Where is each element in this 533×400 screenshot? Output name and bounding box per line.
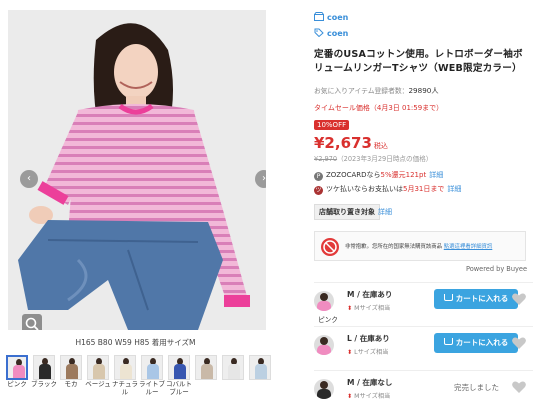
variant-color-swatch[interactable] [314, 291, 334, 311]
variant-size-note: ⬍ Lサイズ相当 [347, 349, 389, 356]
buyee-notice: 非常抱歉。您所在的国家無法購買該商品 [345, 244, 443, 250]
price-value: ¥2,673 [314, 134, 372, 152]
sale-price: ¥2,673 税込 [314, 134, 388, 152]
zozocard-row: P ZOZOCARDなら5%還元121pt 詳細 [314, 170, 443, 181]
zozocard-prefix: ZOZOCARDなら [326, 171, 381, 179]
model-size-caption: H165 B80 W59 H85 着用サイズM [75, 338, 196, 347]
cart-icon [443, 294, 453, 301]
original-price-note: （2023年3月29日時点の価格） [337, 155, 433, 163]
favorites-number: 29890人 [408, 86, 439, 95]
favorite-heart-icon[interactable] [511, 335, 527, 351]
favorite-heart-icon[interactable] [511, 291, 527, 307]
variant-row: L / 在庫あり ⬍ Lサイズ相当 カートに入れる [314, 326, 533, 368]
thumbnail-image [222, 355, 244, 380]
buyee-notice-text: 非常抱歉。您所在的国家無法購買該商品 點選這裡看詳細資訊 [345, 242, 492, 250]
variant-size-status: M / 在庫あり [347, 290, 393, 299]
variant-size-note: ⬍ Mサイズ相当 [347, 393, 391, 400]
store-reserve-detail-link[interactable]: 詳細 [378, 207, 392, 217]
main-product-photo[interactable]: ‹ › [8, 10, 266, 330]
store-reserve-tag: 店舗取り置き対象 [314, 204, 380, 220]
buyee-detail-link[interactable]: 點選這裡看詳細資訊 [444, 244, 493, 250]
thumbnail-color-label: ピンク [7, 380, 27, 388]
tag-icon [314, 28, 324, 37]
ban-icon [321, 238, 339, 256]
color-thumbnail[interactable]: ピンク [6, 355, 28, 400]
next-image-button[interactable]: › [255, 170, 266, 188]
thumbnail-color-label: モカ [64, 380, 78, 388]
color-thumbnail[interactable]: ライトブルー [139, 355, 165, 400]
color-thumbnail[interactable]: ブラック [31, 355, 57, 400]
color-thumbnail[interactable] [195, 355, 217, 400]
shop-icon [314, 12, 324, 21]
thumbnail-image [114, 355, 136, 380]
color-thumbnail[interactable]: モカ [60, 355, 82, 400]
model-illustration [8, 10, 266, 330]
tsuke-row: ツツケ払いならお支払いは5月31日まで 詳細 [314, 184, 461, 195]
variant-row: ピンク M / 在庫あり ⬍ Mサイズ相当 カートに入れる [314, 282, 533, 324]
tsuke-date: 5月31日まで [403, 185, 445, 193]
zoom-icon [25, 317, 39, 330]
thumbnail-strip: ピンク ブラック モカ ベージュ ナチュラル ライトブルー コバルトブルー [6, 355, 271, 400]
powered-by-buyee: Powered by Buyee [466, 265, 528, 273]
variant-size-note: ⬍ Mサイズ相当 [347, 305, 391, 312]
tsuke-detail-link[interactable]: 詳細 [447, 185, 461, 193]
variant-size-status: M / 在庫なし [347, 378, 393, 387]
add-to-cart-button[interactable]: カートに入れる [434, 289, 518, 309]
color-thumbnail[interactable]: コバルトブルー [166, 355, 192, 400]
variant-color-swatch[interactable] [314, 379, 334, 399]
variant-size-note-text: Mサイズ相当 [354, 305, 391, 312]
points-icon: P [314, 172, 323, 181]
color-thumbnail[interactable] [222, 355, 244, 400]
thumbnail-color-label: ナチュラル [112, 380, 138, 396]
variant-row: M / 在庫なし ⬍ Mサイズ相当 完売しました [314, 370, 533, 400]
thumbnail-image [141, 355, 163, 380]
thumbnail-image [60, 355, 82, 380]
timesale-notice: タイムセール価格（4月3日 01:59まで） [314, 104, 444, 112]
add-to-cart-button[interactable]: カートに入れる [434, 333, 518, 353]
thumbnail-image [33, 355, 55, 380]
thumbnail-color-label: ブラック [31, 380, 57, 388]
variant-size-status: L / 在庫あり [347, 334, 390, 343]
buyee-notice-box: 非常抱歉。您所在的国家無法購買該商品 點選這裡看詳細資訊 [314, 231, 526, 261]
color-thumbnail[interactable]: ベージュ [85, 355, 111, 400]
sold-out-label: 完売しました [454, 383, 499, 392]
zozocard-detail-link[interactable]: 詳細 [429, 171, 443, 179]
discount-badge: 10%OFF [314, 120, 350, 130]
brand-link-shop[interactable]: coen [314, 12, 348, 22]
product-gallery: ‹ › H165 B80 W59 H85 着用サイズM ピンク ブラック モカ ベージ… [0, 0, 271, 400]
brand-link-tag[interactable]: coen [314, 28, 348, 38]
product-title: 定番のUSAコットン使用。レトロボーダー袖ボリュームリンガーTシャツ（WEB限定… [314, 49, 523, 74]
tax-label: 税込 [373, 142, 388, 150]
thumbnail-color-label: コバルトブルー [166, 380, 192, 396]
pay-later-icon: ツ [314, 186, 323, 195]
thumbnail-image [6, 355, 28, 380]
thumbnail-image [87, 355, 109, 380]
thumbnail-image [195, 355, 217, 380]
color-thumbnail[interactable] [249, 355, 271, 400]
color-thumbnail[interactable]: ナチュラル [112, 355, 138, 400]
add-to-cart-label: カートに入れる [455, 338, 509, 347]
thumbnail-color-label: ライトブルー [139, 380, 165, 396]
variant-color-swatch[interactable] [314, 335, 334, 355]
variant-size-note-text: Mサイズ相当 [354, 393, 391, 400]
favorite-heart-icon[interactable] [511, 379, 527, 395]
variant-size-note-text: Lサイズ相当 [354, 349, 389, 356]
thumbnail-image [249, 355, 271, 380]
original-price-value: ¥2,970 [314, 155, 338, 163]
tsuke-prefix: ツケ払いならお支払いは [326, 185, 403, 193]
cart-icon [443, 338, 453, 345]
original-price: ¥2,970（2023年3月29日時点の価格） [314, 153, 432, 163]
brand-name: coen [327, 13, 349, 22]
product-info-panel: coen coen 定番のUSAコットン使用。レトロボーダー袖ボリュームリンガー… [300, 0, 533, 400]
previous-image-button[interactable]: ‹ [20, 170, 38, 188]
variant-color-label: ピンク [318, 316, 338, 324]
zozocard-rate: 5%還元121pt [380, 171, 427, 179]
thumbnail-image [168, 355, 190, 380]
thumbnail-color-label: ベージュ [85, 380, 111, 388]
brand-name: coen [327, 29, 349, 38]
add-to-cart-label: カートに入れる [455, 294, 509, 303]
favorites-count: お気に入りアイテム登録者数：29890人 [314, 85, 439, 96]
zoom-button[interactable] [22, 314, 42, 330]
favorites-label: お気に入りアイテム登録者数： [314, 87, 409, 95]
